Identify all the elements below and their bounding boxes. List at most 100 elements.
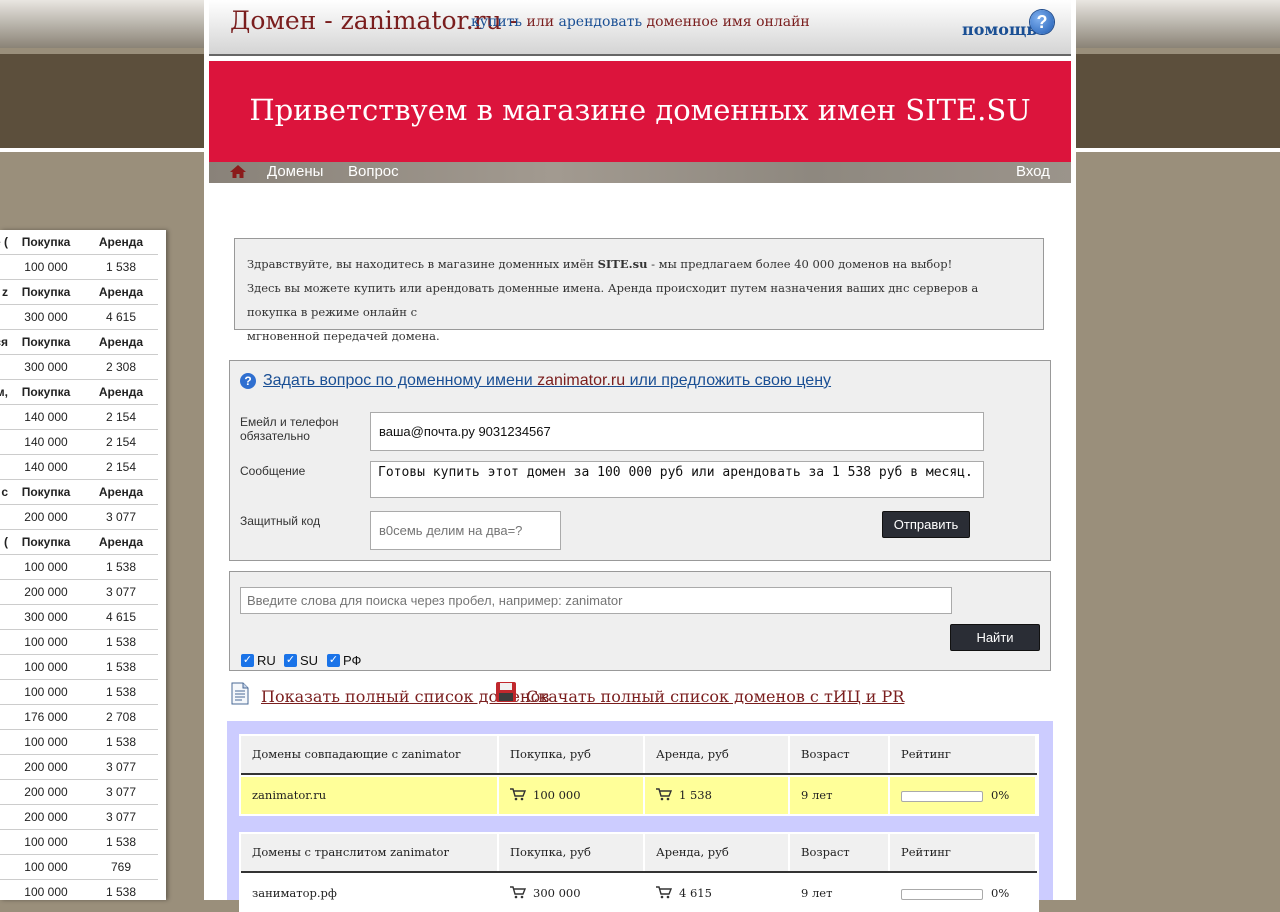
sidebar-cell-rent: 769 — [84, 854, 158, 880]
sidebar-cell-name — [0, 254, 8, 280]
table-row[interactable]: 300 000 4 615 — [0, 304, 158, 330]
domain-name[interactable]: zanimator.ru — [241, 777, 499, 814]
sidebar-cell-name — [0, 604, 8, 630]
column-header: Возраст — [790, 736, 890, 773]
table-row[interactable]: 200 000 3 077 — [0, 504, 158, 530]
email-phone-input[interactable] — [370, 412, 984, 451]
download-full-list-link[interactable]: Скачать полный список доменов с тИЦ и PR — [526, 687, 904, 706]
filter-su-checkbox[interactable]: ✓ SU — [284, 653, 318, 668]
table-row[interactable]: 100 000 1 538 — [0, 654, 158, 680]
sidebar-cell-buy: 200 000 — [8, 504, 84, 530]
rent-price: 4 615 — [679, 886, 712, 900]
sidebar-cell-rent: 1 538 — [84, 729, 158, 755]
nav-bar: Домены Вопрос Вход — [209, 162, 1071, 183]
submit-button[interactable]: Отправить — [882, 511, 970, 538]
cart-icon[interactable] — [656, 788, 672, 801]
cart-icon[interactable] — [510, 788, 526, 801]
sidebar-cell-buy: 100 000 — [8, 829, 84, 855]
sidebar-cell-buy: 100 000 — [8, 679, 84, 705]
filter-su-label: SU — [300, 653, 319, 668]
sidebar-cell-name: , ( — [0, 529, 8, 555]
table-row[interactable]: 100 000 1 538 — [0, 254, 158, 280]
table-row[interactable]: 100 000 1 538 — [0, 629, 158, 655]
filter-ru-checkbox[interactable]: ✓ RU — [241, 653, 276, 668]
sidebar-table: е (ПокупкаАренда100 0001 538zПокупкаАрен… — [0, 230, 158, 900]
table-row[interactable]: 140 000 2 154 — [0, 404, 158, 430]
rent-price-cell[interactable]: 4 615 — [645, 875, 790, 912]
table-row[interactable]: 200 000 3 077 — [0, 804, 158, 830]
sidebar-cell-rent: 1 538 — [84, 629, 158, 655]
table-row[interactable]: 140 000 2 154 — [0, 454, 158, 480]
buy-link[interactable]: купить — [471, 14, 522, 30]
table-row[interactable]: 300 000 4 615 — [0, 604, 158, 630]
sidebar-header-row: е (ПокупкаАренда — [0, 230, 158, 255]
table-row[interactable]: 200 000 3 077 — [0, 579, 158, 605]
table-row[interactable]: 100 000 1 538 — [0, 879, 158, 900]
intro-line-3: мгновенной передачей домена. — [247, 329, 440, 343]
table-row[interactable]: 140 000 2 154 — [0, 429, 158, 455]
rent-link[interactable]: арендовать — [559, 14, 643, 30]
sidebar-cell-name — [0, 579, 8, 605]
checkbox-check-icon[interactable]: ✓ — [327, 654, 340, 667]
sidebar-cell-name — [0, 829, 8, 855]
sidebar-cell-name: с — [0, 479, 8, 505]
rating-bar — [901, 888, 983, 900]
nav-item-login[interactable]: Вход — [1016, 162, 1050, 182]
side-band-middle-right — [1076, 54, 1280, 148]
search-input[interactable] — [240, 587, 952, 614]
sidebar-cell-name — [0, 629, 8, 655]
sidebar-cell-rent: 4 615 — [84, 304, 158, 330]
sidebar-cell-buy: Покупка — [8, 230, 84, 255]
checkbox-check-icon[interactable]: ✓ — [284, 654, 297, 667]
search-button[interactable]: Найти — [950, 624, 1040, 651]
sidebar-cell-rent: 3 077 — [84, 804, 158, 830]
home-icon[interactable] — [229, 164, 247, 179]
message-textarea[interactable] — [370, 461, 984, 498]
table-row[interactable]: 100 000 1 538 — [0, 679, 158, 705]
table-row[interactable]: 100 000 769 — [0, 854, 158, 880]
email-label: Емейл и телефон обязательно — [240, 415, 339, 443]
buy-price-cell[interactable]: 300 000 — [499, 875, 645, 912]
rating-cell: 0% — [890, 875, 1037, 912]
sidebar-header-row: м,ПокупкаАренда — [0, 379, 158, 405]
sidebar-cell-buy: Покупка — [8, 329, 84, 355]
domain-name[interactable]: заниматор.рф — [241, 875, 499, 912]
table-row[interactable]: 300 000 2 308 — [0, 354, 158, 380]
checkbox-check-icon[interactable]: ✓ — [241, 654, 254, 667]
table-row[interactable]: 100 000 1 538 — [0, 554, 158, 580]
question-form-title[interactable]: Задать вопрос по доменному имени zanimat… — [263, 372, 831, 390]
buy-price-cell[interactable]: 100 000 — [499, 777, 645, 814]
nav-item-domains[interactable]: Домены — [267, 162, 323, 182]
help-icon[interactable]: ? — [1030, 10, 1054, 34]
question-title-domain: zanimator.ru — [537, 372, 626, 389]
sidebar-cell-name — [0, 429, 8, 455]
sidebar-cell-buy: 200 000 — [8, 579, 84, 605]
side-band-stripe-right — [1076, 148, 1280, 152]
table-row[interactable]: 100 000 1 538 — [0, 829, 158, 855]
captcha-input[interactable] — [370, 511, 561, 550]
table-row[interactable]: 200 000 3 077 — [0, 779, 158, 805]
sidebar-cell-name — [0, 754, 8, 780]
nav-item-question[interactable]: Вопрос — [348, 162, 399, 182]
table-row[interactable]: zanimator.ru 100 000 1 538 9 лет 0% — [241, 777, 1037, 814]
help-link[interactable]: помощь — [962, 20, 1037, 39]
question-title-text: или предложить свою цену — [625, 372, 832, 389]
rent-price-cell[interactable]: 1 538 — [645, 777, 790, 814]
column-header: Покупка, руб — [499, 736, 645, 773]
sidebar-cell-buy: 200 000 — [8, 754, 84, 780]
filter-rf-checkbox[interactable]: ✓ РФ — [327, 653, 361, 668]
cart-icon[interactable] — [510, 886, 526, 899]
sidebar-cell-buy: 100 000 — [8, 854, 84, 880]
sidebar-cell-name — [0, 679, 8, 705]
intro-brand: SITE.su — [597, 257, 648, 271]
column-header: Аренда, руб — [645, 736, 790, 773]
table-row[interactable]: 200 000 3 077 — [0, 754, 158, 780]
sidebar-cell-buy: Покупка — [8, 529, 84, 555]
cart-icon[interactable] — [656, 886, 672, 899]
sidebar-cell-rent: 3 077 — [84, 579, 158, 605]
sidebar-cell-rent: Аренда — [84, 230, 158, 255]
table-row[interactable]: заниматор.рф 300 000 4 615 9 лет 0% — [241, 875, 1037, 912]
floppy-disk-icon — [496, 682, 516, 702]
table-row[interactable]: 176 000 2 708 — [0, 704, 158, 730]
table-row[interactable]: 100 000 1 538 — [0, 729, 158, 755]
